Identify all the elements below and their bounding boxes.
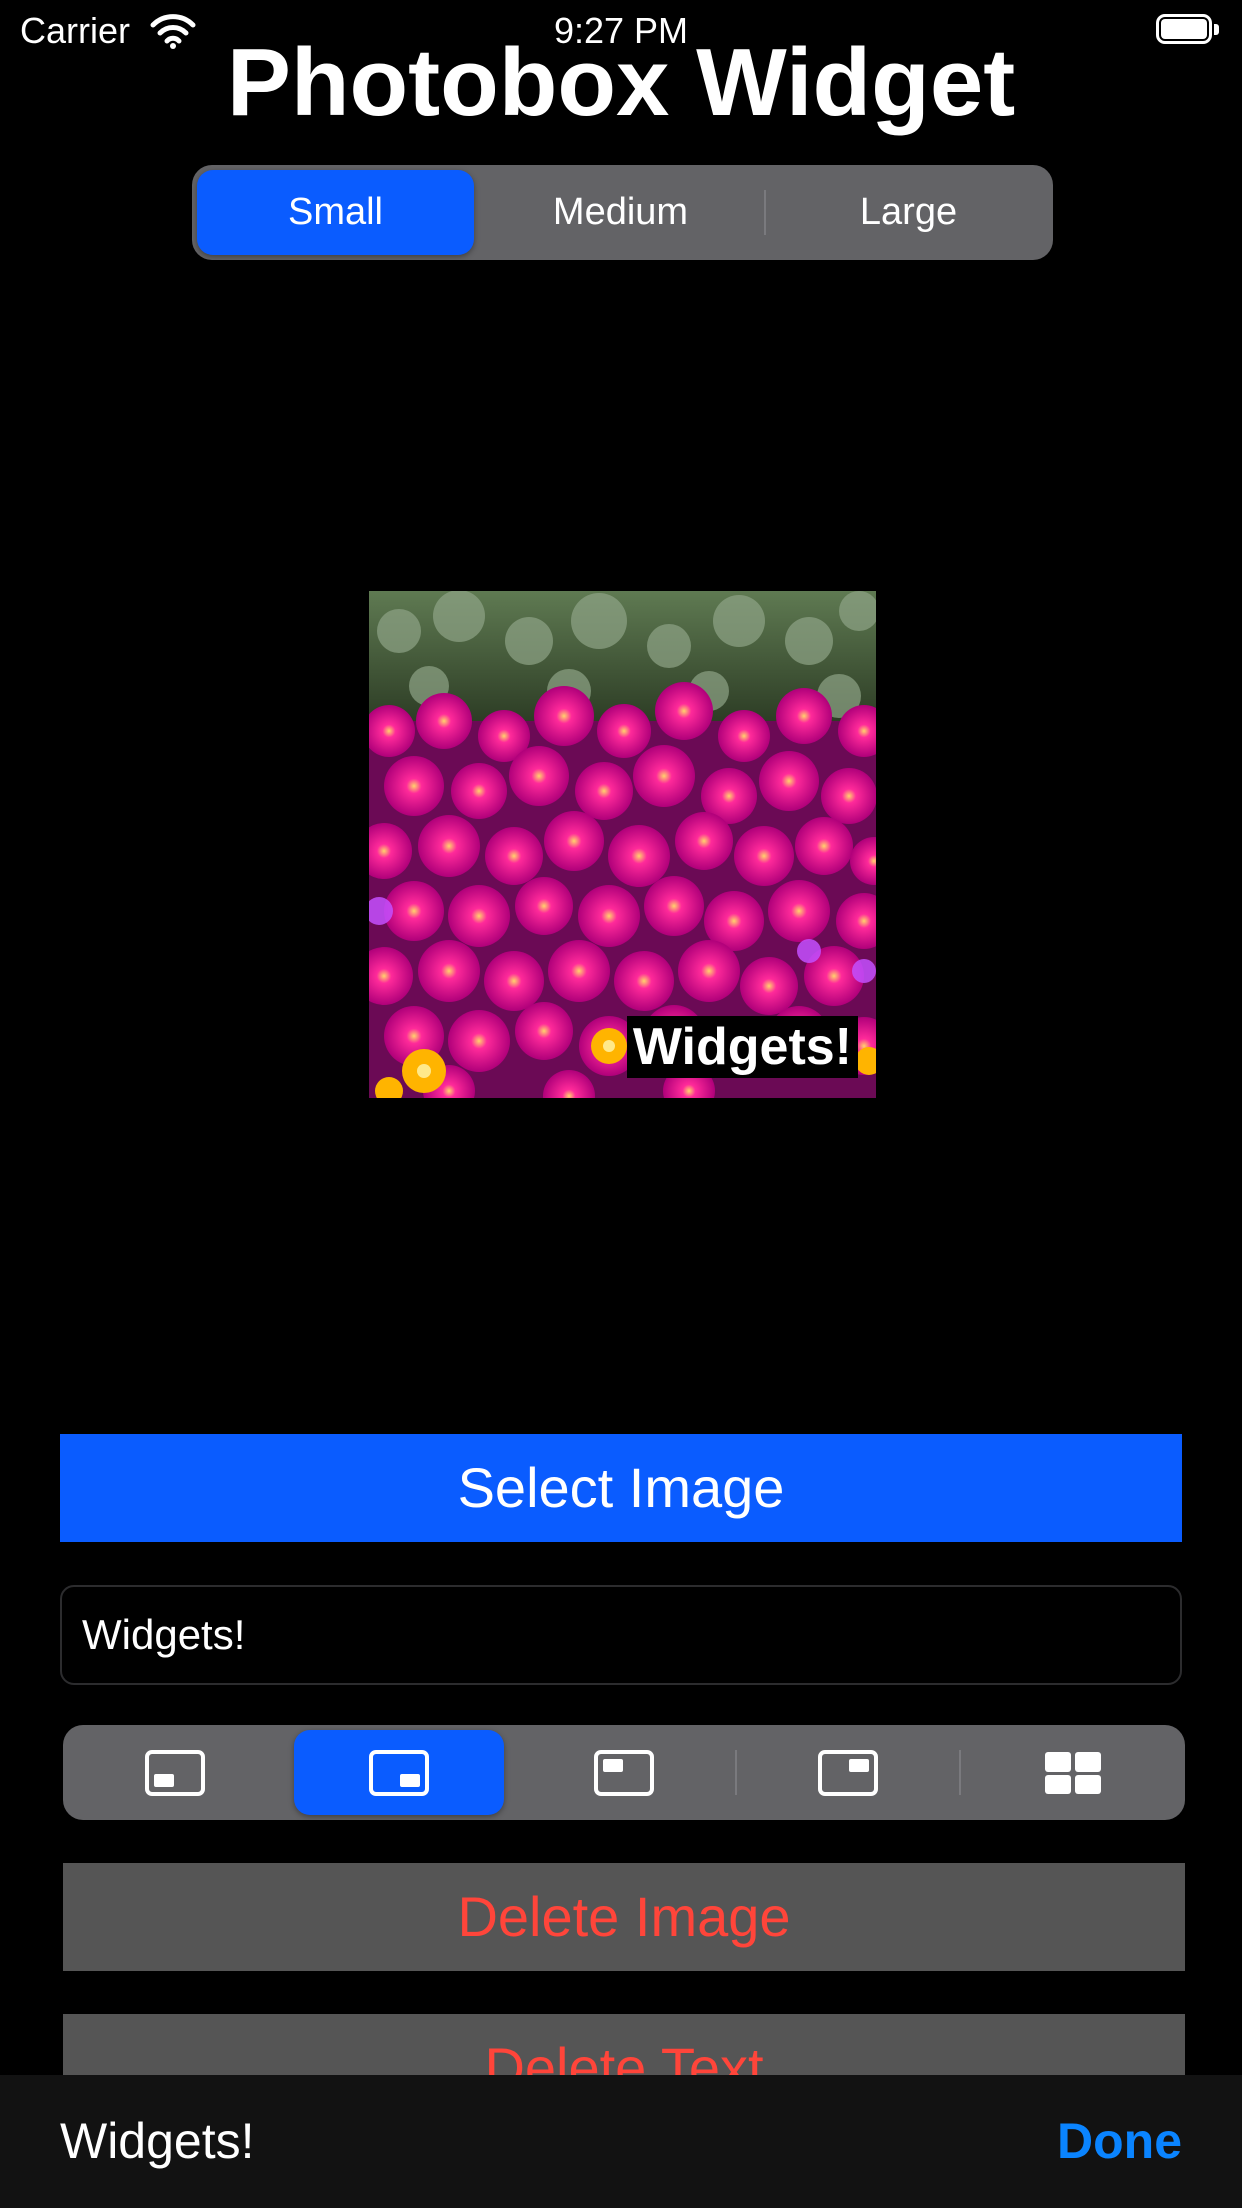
size-option-small[interactable]: Small: [197, 170, 474, 255]
layout-option-top-right[interactable]: [743, 1730, 953, 1815]
segment-divider: [764, 190, 766, 235]
layout-option-top-left[interactable]: [519, 1730, 729, 1815]
page-title: Photobox Widget: [226, 29, 1016, 136]
layout-option-bottom-left[interactable]: [70, 1730, 280, 1815]
caption-position-picker: [63, 1725, 1185, 1820]
size-option-medium[interactable]: Medium: [482, 170, 759, 255]
layout-option-grid[interactable]: [968, 1730, 1178, 1815]
size-option-large[interactable]: Large: [770, 170, 1047, 255]
layout-option-bottom-right[interactable]: [294, 1730, 504, 1815]
keyboard-accessory-bar: Widgets! Done: [0, 2075, 1242, 2208]
top-right-icon: [818, 1749, 878, 1796]
caption-text-field[interactable]: [60, 1585, 1182, 1685]
segment-divider: [959, 1750, 961, 1795]
top-left-icon: [594, 1749, 654, 1796]
accessory-text-label: Widgets!: [60, 2113, 255, 2169]
widget-preview: Widgets!: [369, 591, 876, 1098]
preview-caption: Widgets!: [626, 1016, 858, 1078]
bottom-left-icon: [145, 1749, 205, 1796]
delete-image-button[interactable]: Delete Image: [63, 1863, 1185, 1971]
segment-divider: [735, 1750, 737, 1795]
done-button[interactable]: Done: [1057, 2075, 1182, 2208]
widget-size-picker: Small Medium Large: [192, 165, 1053, 260]
select-image-button[interactable]: Select Image: [60, 1434, 1182, 1542]
grid-icon: [1045, 1751, 1101, 1794]
bottom-right-icon: [369, 1749, 429, 1796]
